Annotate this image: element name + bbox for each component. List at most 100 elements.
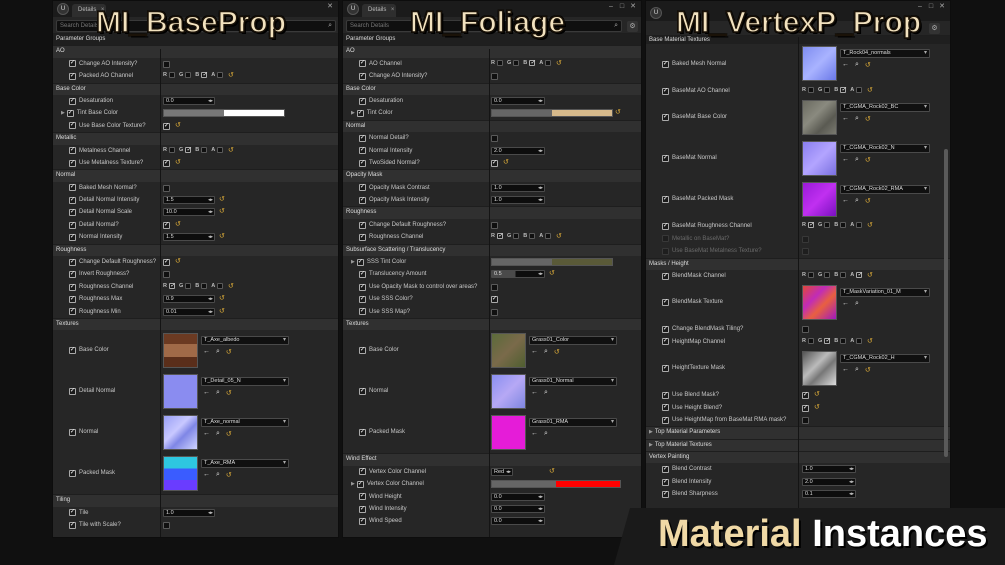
value-checkbox[interactable]: ✓ [163,259,170,267]
number-field[interactable]: 1.0 [491,183,545,192]
channel-mask[interactable]: R ✓ G B A [802,222,863,229]
section-roughness[interactable]: Roughness [343,206,641,219]
checkbox[interactable]: ✓ [359,221,366,229]
texture-thumbnail[interactable] [491,333,526,369]
reset-icon[interactable]: ↺ [175,121,181,131]
reset-icon[interactable]: ↺ [226,348,232,356]
reset-icon[interactable]: ↺ [865,115,871,123]
checkbox[interactable]: ✓ [66,110,74,118]
value-checkbox[interactable] [802,326,809,334]
texture-thumbnail[interactable] [163,374,198,410]
reset-icon[interactable]: ↺ [865,197,871,205]
use-selected-icon[interactable]: ← [531,389,538,397]
checkbox[interactable]: ✓ [69,209,76,217]
checkbox[interactable]: ✓ [359,283,366,291]
browse-icon[interactable]: ⌕ [216,430,220,438]
channel-mask[interactable]: R G ✓ B A [802,337,863,344]
checkbox[interactable]: ✓ [69,159,76,167]
texture-picker[interactable]: T_CGMA_Rock02_RMA [840,185,930,195]
number-field[interactable]: 10.0 [163,208,215,217]
checkbox[interactable]: ✓ [359,429,366,437]
use-selected-icon[interactable]: ← [203,348,210,356]
use-selected-icon[interactable]: ← [842,366,849,374]
use-selected-icon[interactable]: ← [842,61,849,69]
checkbox[interactable]: ✓ [359,184,366,192]
checkbox[interactable]: ✓ [359,295,366,303]
checkbox[interactable]: ✓ [69,271,76,279]
checkbox[interactable]: ✓ [662,87,669,95]
value-checkbox[interactable] [491,221,498,229]
use-selected-icon[interactable]: ← [531,348,538,356]
checkbox[interactable]: ✓ [359,347,366,355]
value-checkbox[interactable] [802,235,809,243]
reset-icon[interactable]: ↺ [175,220,181,230]
number-field[interactable]: 1.0 [491,196,545,205]
reset-icon[interactable]: ↺ [867,86,873,96]
value-checkbox[interactable] [491,283,498,291]
reset-icon[interactable]: ↺ [219,207,225,217]
checkbox[interactable]: ✓ [359,134,366,142]
texture-picker[interactable]: Grass01_Color [529,336,617,346]
checkbox[interactable]: ✓ [359,147,366,155]
checkbox[interactable]: ✓ [69,233,76,241]
color-swatch[interactable] [163,109,285,118]
checkbox[interactable]: ✓ [359,97,366,105]
scrollbar[interactable] [944,149,948,457]
reset-icon[interactable]: ↺ [556,59,562,69]
value-checkbox[interactable]: ✓ [163,159,170,167]
browse-icon[interactable]: ⌕ [855,366,859,374]
number-field[interactable]: 0.0 [491,492,545,501]
section-wind-effect[interactable]: Wind Effect [343,453,641,466]
reset-icon[interactable]: ↺ [226,430,232,438]
expand-icon[interactable]: ▶ [649,442,653,448]
checkbox[interactable]: ✓ [359,388,366,396]
checkbox[interactable]: ✓ [662,490,669,498]
reset-icon[interactable]: ↺ [865,366,871,374]
number-field[interactable]: 0.01 [163,307,215,316]
use-selected-icon[interactable]: ← [842,197,849,205]
number-field[interactable]: 1.5 [163,233,215,242]
checkbox[interactable]: ✓ [356,110,364,118]
number-field[interactable]: 0.5 [491,270,545,279]
reset-icon[interactable]: ↺ [867,271,873,281]
close-window-icon[interactable]: ✕ [326,3,334,11]
expand-icon[interactable]: ▶ [649,429,653,435]
checkbox[interactable]: ✓ [69,347,76,355]
channel-mask[interactable]: R G B A ✓ [802,271,862,278]
checkbox[interactable]: ✓ [69,295,76,303]
close-window-icon[interactable]: ✕ [938,3,946,11]
visibility-eye-icon[interactable]: ⚙ [929,23,940,34]
reset-icon[interactable]: ↺ [219,307,225,317]
browse-icon[interactable]: ⌕ [855,115,859,123]
section-tiling[interactable]: Tiling [53,494,338,507]
close-tab-icon[interactable]: × [391,4,395,17]
section-base-color[interactable]: Base Color [53,82,338,95]
texture-thumbnail[interactable] [802,46,837,81]
expand-icon[interactable]: ▶ [351,478,355,490]
channel-mask[interactable]: R ✓ G B A [491,233,552,240]
checkbox[interactable]: ✓ [69,72,76,80]
reset-icon[interactable]: ↺ [615,108,621,118]
checkbox[interactable]: ✓ [359,72,366,80]
browse-icon[interactable]: ⌕ [544,348,548,356]
number-field[interactable]: 0.0 [491,517,545,526]
section-textures[interactable]: Textures [53,317,338,331]
checkbox[interactable]: ✓ [662,326,669,334]
value-checkbox[interactable]: ✓ [491,159,498,167]
checkbox[interactable]: ✓ [662,196,669,204]
number-field[interactable]: 1.5 [163,196,215,205]
value-checkbox[interactable] [163,184,170,192]
reset-icon[interactable]: ↺ [219,232,225,242]
channel-mask[interactable]: R G B ✓ A [163,72,224,79]
desaturation-field[interactable]: 0.0 [163,96,215,105]
checkbox[interactable]: ✓ [69,283,76,291]
value-checkbox[interactable] [163,271,170,279]
value-checkbox[interactable]: ✓ [802,404,809,412]
checkbox[interactable]: ✓ [662,404,669,412]
number-field[interactable]: 2.0 [491,146,545,155]
checkbox[interactable]: ✓ [69,388,76,396]
value-checkbox[interactable]: ✓ [802,392,809,400]
checkbox[interactable]: ✓ [662,478,669,486]
use-selected-icon[interactable]: ← [842,156,849,164]
checkbox[interactable] [662,247,669,255]
